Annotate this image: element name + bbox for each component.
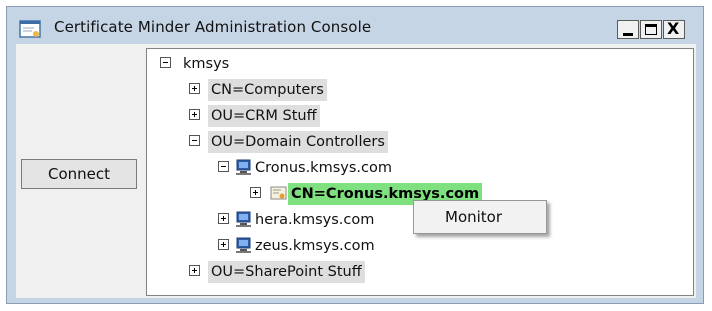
window-title: Certificate Minder Administration Consol… (54, 18, 372, 36)
maximize-icon (645, 24, 657, 35)
tree-node-zeus[interactable]: zeus.kmsys.com (147, 235, 447, 257)
maximize-button[interactable] (640, 20, 662, 39)
collapse-icon[interactable] (160, 57, 171, 68)
client-area: Connect kmsys CN=Computers OU=CRM Stuff … (16, 44, 696, 298)
app-window: Certificate Minder Administration Consol… (6, 6, 704, 304)
tree-node-cronus[interactable]: Cronus.kmsys.com (147, 157, 467, 179)
close-button[interactable]: X (663, 20, 685, 39)
certificate-tree[interactable]: kmsys CN=Computers OU=CRM Stuff OU=Domai… (146, 48, 694, 296)
expand-icon[interactable] (189, 83, 200, 94)
tree-node-sharepoint[interactable]: OU=SharePoint Stuff (147, 261, 447, 283)
tree-node-computers[interactable]: CN=Computers (147, 79, 447, 101)
tree-node-label: CN=Computers (208, 79, 327, 101)
collapse-icon[interactable] (189, 135, 200, 146)
expand-icon[interactable] (189, 265, 200, 276)
computer-icon (236, 237, 251, 253)
expand-icon[interactable] (218, 213, 229, 224)
tree-node-crm[interactable]: OU=CRM Stuff (147, 105, 447, 127)
tree-node-label: zeus.kmsys.com (255, 238, 375, 254)
computer-icon (236, 159, 251, 175)
certificate-icon (270, 186, 287, 200)
tree-node-label: hera.kmsys.com (255, 212, 375, 228)
minimize-icon (623, 33, 633, 36)
tree-node-label: OU=Domain Controllers (208, 131, 388, 153)
minimize-button[interactable] (617, 20, 639, 39)
menu-item-monitor[interactable]: Monitor (445, 208, 502, 226)
computer-icon (236, 211, 251, 227)
expand-icon[interactable] (189, 109, 200, 120)
tree-node-label: Cronus.kmsys.com (255, 160, 392, 176)
expand-icon[interactable] (218, 239, 229, 250)
console-app-icon (19, 20, 41, 38)
title-bar[interactable]: Certificate Minder Administration Consol… (7, 7, 703, 43)
close-icon: X (667, 19, 680, 38)
tree-node-label: OU=CRM Stuff (208, 105, 320, 127)
tree-node-hera[interactable]: hera.kmsys.com (147, 209, 447, 231)
context-menu: Monitor (413, 200, 547, 234)
expand-icon[interactable] (250, 187, 261, 198)
tree-node-domain-controllers[interactable]: OU=Domain Controllers (147, 131, 447, 153)
tree-node-label: OU=SharePoint Stuff (208, 261, 365, 283)
tree-node-root[interactable]: kmsys (147, 53, 447, 75)
connect-button[interactable]: Connect (21, 159, 137, 189)
collapse-icon[interactable] (218, 161, 229, 172)
tree-node-label: kmsys (183, 56, 230, 72)
